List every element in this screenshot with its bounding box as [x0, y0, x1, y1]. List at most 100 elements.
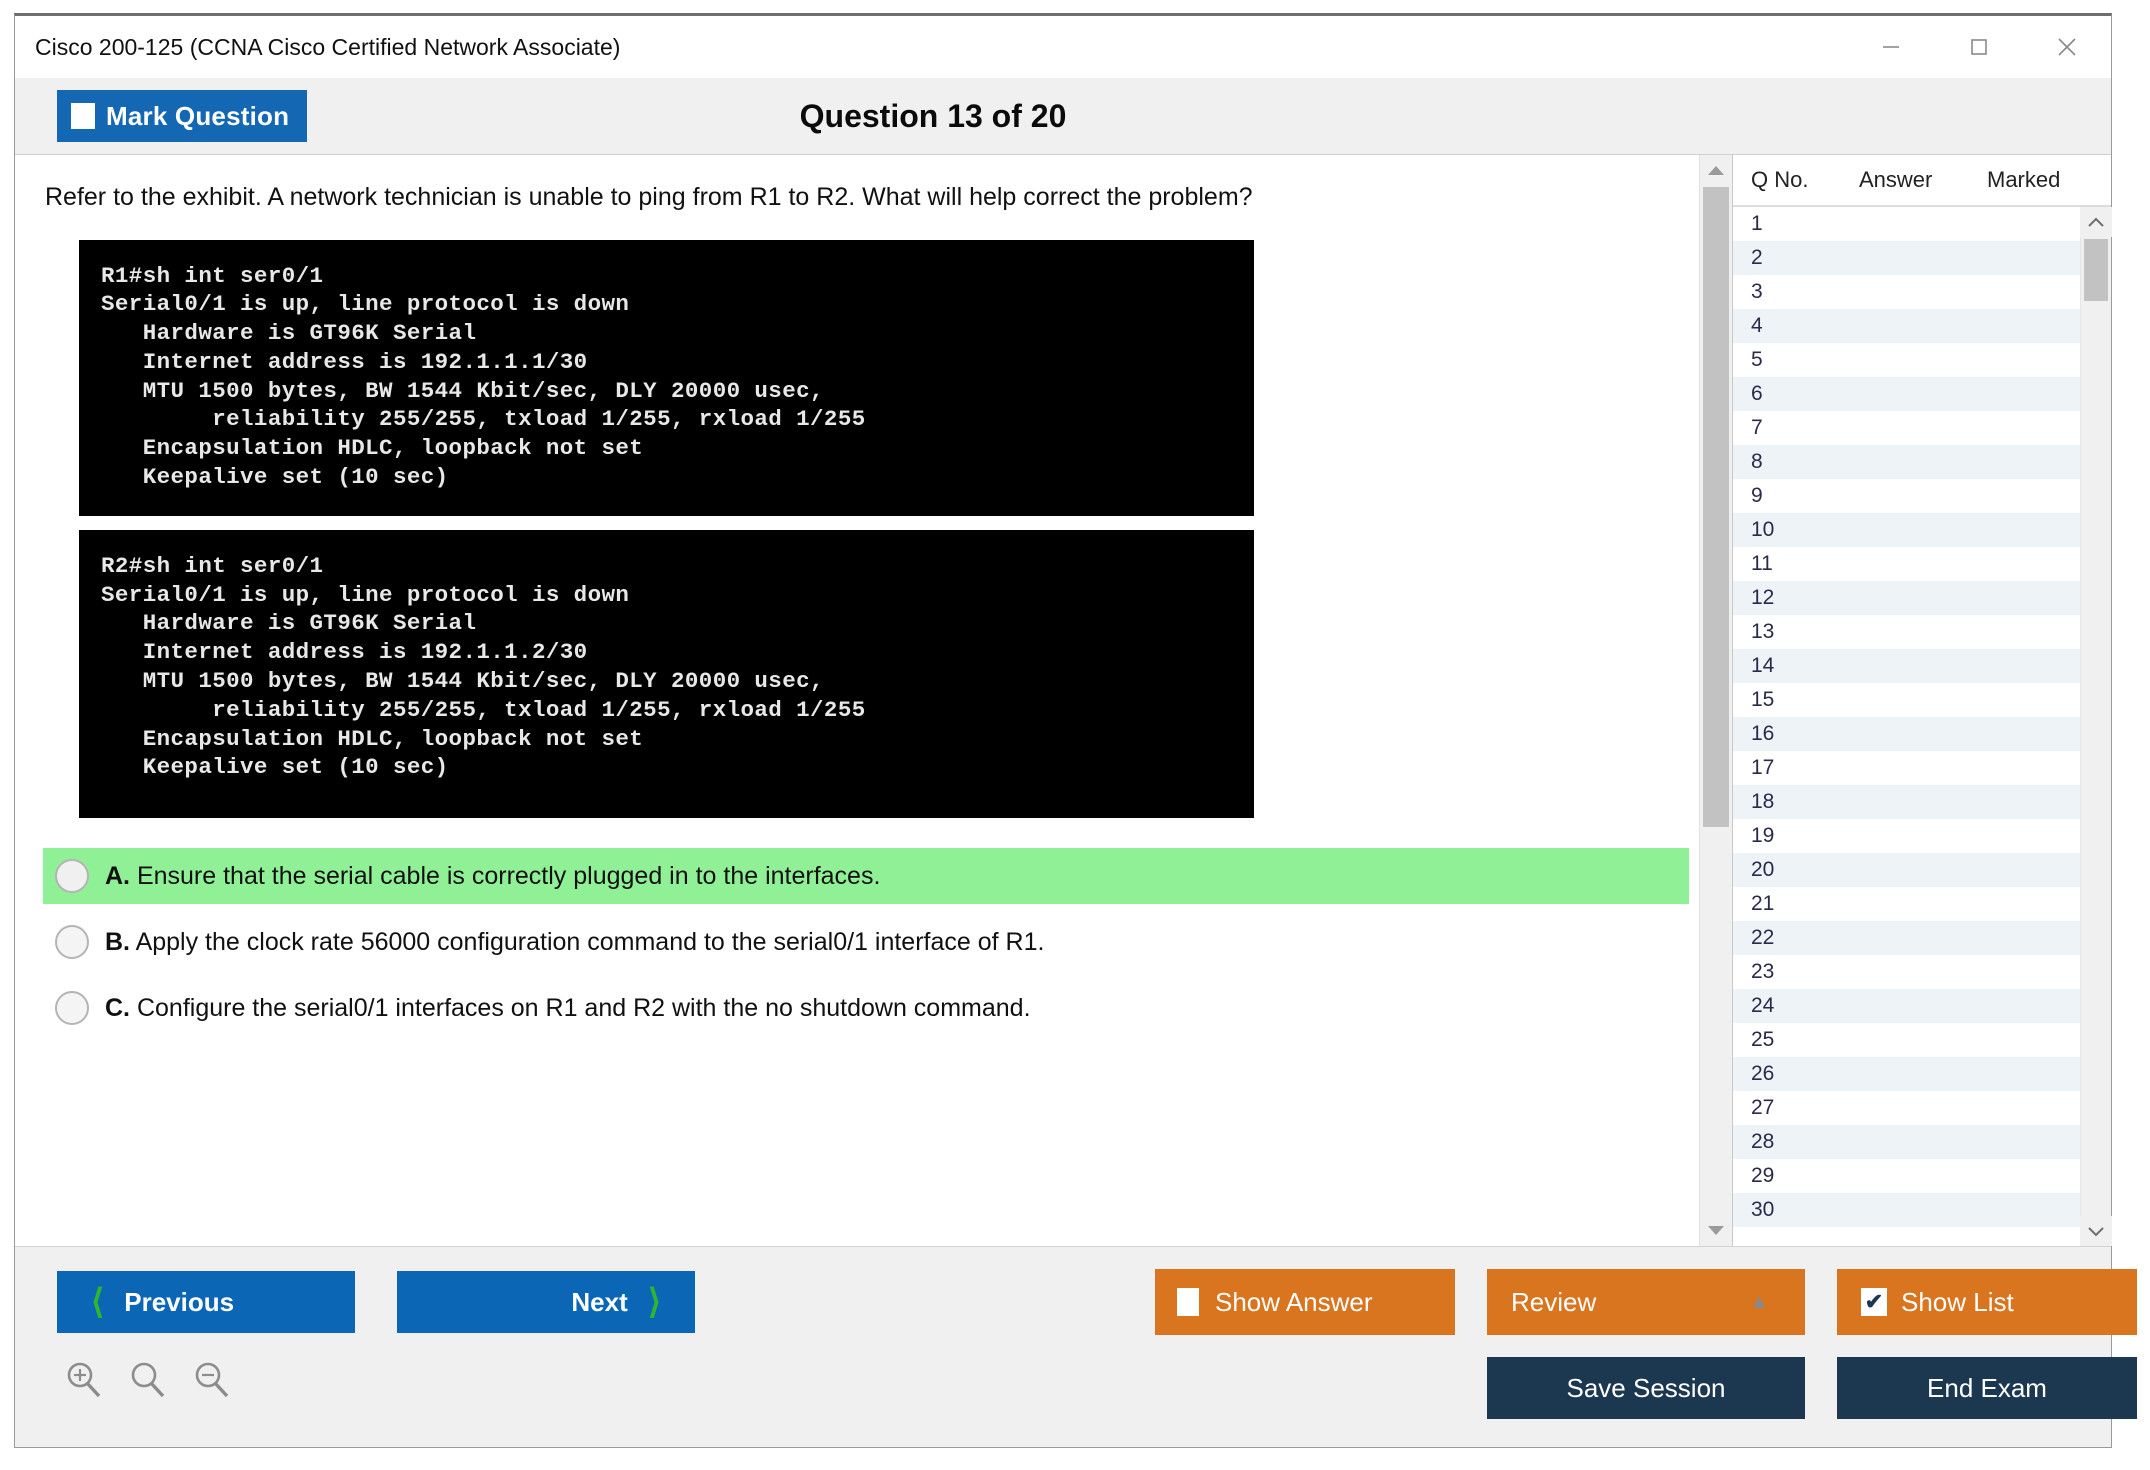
question-list-row[interactable]: 19 [1733, 819, 2080, 853]
maximize-icon [1971, 39, 1987, 55]
question-pane-scrollbar[interactable] [1699, 155, 1732, 1246]
question-list-row-qno: 8 [1751, 450, 1763, 473]
question-list-row[interactable]: 2 [1733, 241, 2080, 275]
answer-option-a-label: Ensure that the serial cable is correctl… [136, 861, 881, 890]
show-answer-checkbox-icon[interactable] [1177, 1288, 1199, 1316]
question-list-row[interactable]: 22 [1733, 921, 2080, 955]
question-list-row-qno: 5 [1751, 348, 1763, 371]
save-session-label: Save Session [1566, 1372, 1726, 1403]
question-list-row[interactable]: 26 [1733, 1057, 2080, 1091]
question-list-scrollbar[interactable] [2080, 207, 2112, 1246]
review-label: Review [1511, 1286, 1597, 1317]
radio-icon-a[interactable] [55, 859, 89, 894]
show-list-button[interactable]: ✔ Show List [1837, 1269, 2137, 1335]
next-button[interactable]: Next ⟩ [397, 1271, 695, 1333]
answer-option-c-letter: C. [105, 993, 130, 1022]
question-list-row[interactable]: 4 [1733, 309, 2080, 343]
list-scroll-up-button[interactable] [2080, 207, 2112, 237]
zoom-out-icon[interactable] [191, 1359, 233, 1406]
question-list-row[interactable]: 21 [1733, 887, 2080, 921]
question-list-scrollbar-thumb[interactable] [2084, 239, 2108, 301]
question-list-row[interactable]: 14 [1733, 649, 2080, 683]
minimize-button[interactable] [1847, 16, 1935, 78]
answer-option-c-text: C. Configure the serial0/1 interfaces on… [105, 994, 1031, 1023]
chevron-down-icon [1708, 1226, 1724, 1235]
column-header-qno: Q No. [1751, 167, 1809, 192]
mark-question-label: Mark Question [106, 100, 290, 131]
radio-icon-b[interactable] [55, 925, 89, 960]
zoom-icon[interactable] [127, 1359, 169, 1406]
question-list-row-qno: 28 [1751, 1130, 1775, 1153]
question-list-row[interactable]: 12 [1733, 581, 2080, 615]
column-header-answer: Answer [1859, 167, 1933, 192]
question-list-row-qno: 25 [1751, 1028, 1775, 1051]
question-list-row[interactable]: 15 [1733, 683, 2080, 717]
question-list-row-qno: 4 [1751, 314, 1763, 337]
question-list-row-qno: 2 [1751, 246, 1763, 269]
answer-options: A. Ensure that the serial cable is corre… [15, 848, 1699, 1046]
answer-option-b[interactable]: B. Apply the clock rate 56000 configurat… [43, 914, 1689, 970]
question-list-row[interactable]: 23 [1733, 955, 2080, 989]
question-list-row[interactable]: 6 [1733, 377, 2080, 411]
question-list-row[interactable]: 27 [1733, 1091, 2080, 1125]
question-list-row-qno: 7 [1751, 416, 1763, 439]
answer-option-a[interactable]: A. Ensure that the serial cable is corre… [43, 848, 1689, 905]
question-list-row[interactable]: 8 [1733, 445, 2080, 479]
question-list-row[interactable]: 9 [1733, 479, 2080, 513]
question-list-row[interactable]: 29 [1733, 1159, 2080, 1193]
question-list-row-qno: 23 [1751, 960, 1775, 983]
question-list-row[interactable]: 1 [1733, 207, 2080, 241]
question-list-row-qno: 10 [1751, 518, 1775, 541]
question-list-row[interactable]: 11 [1733, 547, 2080, 581]
question-list-row[interactable]: 16 [1733, 717, 2080, 751]
question-list-row-qno: 1 [1751, 212, 1763, 235]
question-list-row[interactable]: 7 [1733, 411, 2080, 445]
question-list-row[interactable]: 25 [1733, 1023, 2080, 1057]
bottom-toolbar: ⟨ Previous Next ⟩ Show Answer Review ▲ ✔… [15, 1246, 2137, 1447]
previous-button[interactable]: ⟨ Previous [57, 1271, 355, 1333]
maximize-button[interactable] [1935, 16, 2023, 78]
list-scroll-down-button[interactable] [2080, 1216, 2112, 1246]
exhibit-area: R1#sh int ser0/1 Serial0/1 is up, line p… [15, 214, 1699, 819]
question-list-row[interactable]: 24 [1733, 989, 2080, 1023]
question-list-panel: Q No. Answer Marked 1 2 3 4 5 6 7 8 9 10 11 12 13 14 1… [1732, 155, 2112, 1246]
question-list-row-qno: 27 [1751, 1096, 1775, 1119]
show-answer-label: Show Answer [1215, 1286, 1373, 1317]
answer-option-a-letter: A. [105, 861, 130, 890]
scroll-up-button[interactable] [1700, 155, 1732, 185]
answer-option-c[interactable]: C. Configure the serial0/1 interfaces on… [43, 980, 1689, 1036]
question-list-row-qno: 24 [1751, 994, 1775, 1017]
question-list-row[interactable]: 20 [1733, 853, 2080, 887]
question-list-rows: 1 2 3 4 5 6 7 8 9 10 11 12 13 14 15 16 17 18 19 20 21 22 23 24 2… [1733, 207, 2080, 1246]
question-list-row[interactable]: 3 [1733, 275, 2080, 309]
question-list-row-qno: 12 [1751, 586, 1775, 609]
radio-icon-c[interactable] [55, 991, 89, 1026]
end-exam-button[interactable]: End Exam [1837, 1357, 2137, 1419]
review-dropdown-button[interactable]: Review ▲ [1487, 1269, 1805, 1335]
scroll-down-button[interactable] [1700, 1216, 1732, 1246]
question-pane-scrollbar-thumb[interactable] [1703, 187, 1729, 827]
window-title: Cisco 200-125 (CCNA Cisco Certified Netw… [35, 33, 621, 60]
close-button[interactable] [2023, 16, 2111, 78]
question-list-row[interactable]: 5 [1733, 343, 2080, 377]
zoom-in-icon[interactable] [63, 1359, 105, 1406]
save-session-button[interactable]: Save Session [1487, 1357, 1805, 1419]
mark-question-button[interactable]: Mark Question [57, 90, 308, 142]
caret-up-icon: ▲ [1749, 1290, 1769, 1313]
question-list-row[interactable]: 10 [1733, 513, 2080, 547]
show-list-checkbox-icon[interactable]: ✔ [1861, 1288, 1887, 1316]
question-list-row[interactable]: 13 [1733, 615, 2080, 649]
mark-question-checkbox-icon[interactable] [71, 103, 95, 129]
question-list-row-qno: 18 [1751, 790, 1775, 813]
question-list-row-qno: 6 [1751, 382, 1763, 405]
question-list-body: 1 2 3 4 5 6 7 8 9 10 11 12 13 14 15 16 17 18 19 20 21 22 23 24 2… [1733, 207, 2112, 1246]
next-button-label: Next [571, 1286, 628, 1317]
question-list-row[interactable]: 18 [1733, 785, 2080, 819]
question-list-row[interactable]: 28 [1733, 1125, 2080, 1159]
question-pane: Refer to the exhibit. A network technici… [15, 155, 1699, 1246]
question-list-row[interactable]: 30 [1733, 1193, 2080, 1227]
zoom-tools [63, 1359, 233, 1406]
question-list-row[interactable]: 17 [1733, 751, 2080, 785]
show-answer-button[interactable]: Show Answer [1155, 1269, 1455, 1335]
question-list-row-qno: 26 [1751, 1062, 1775, 1085]
